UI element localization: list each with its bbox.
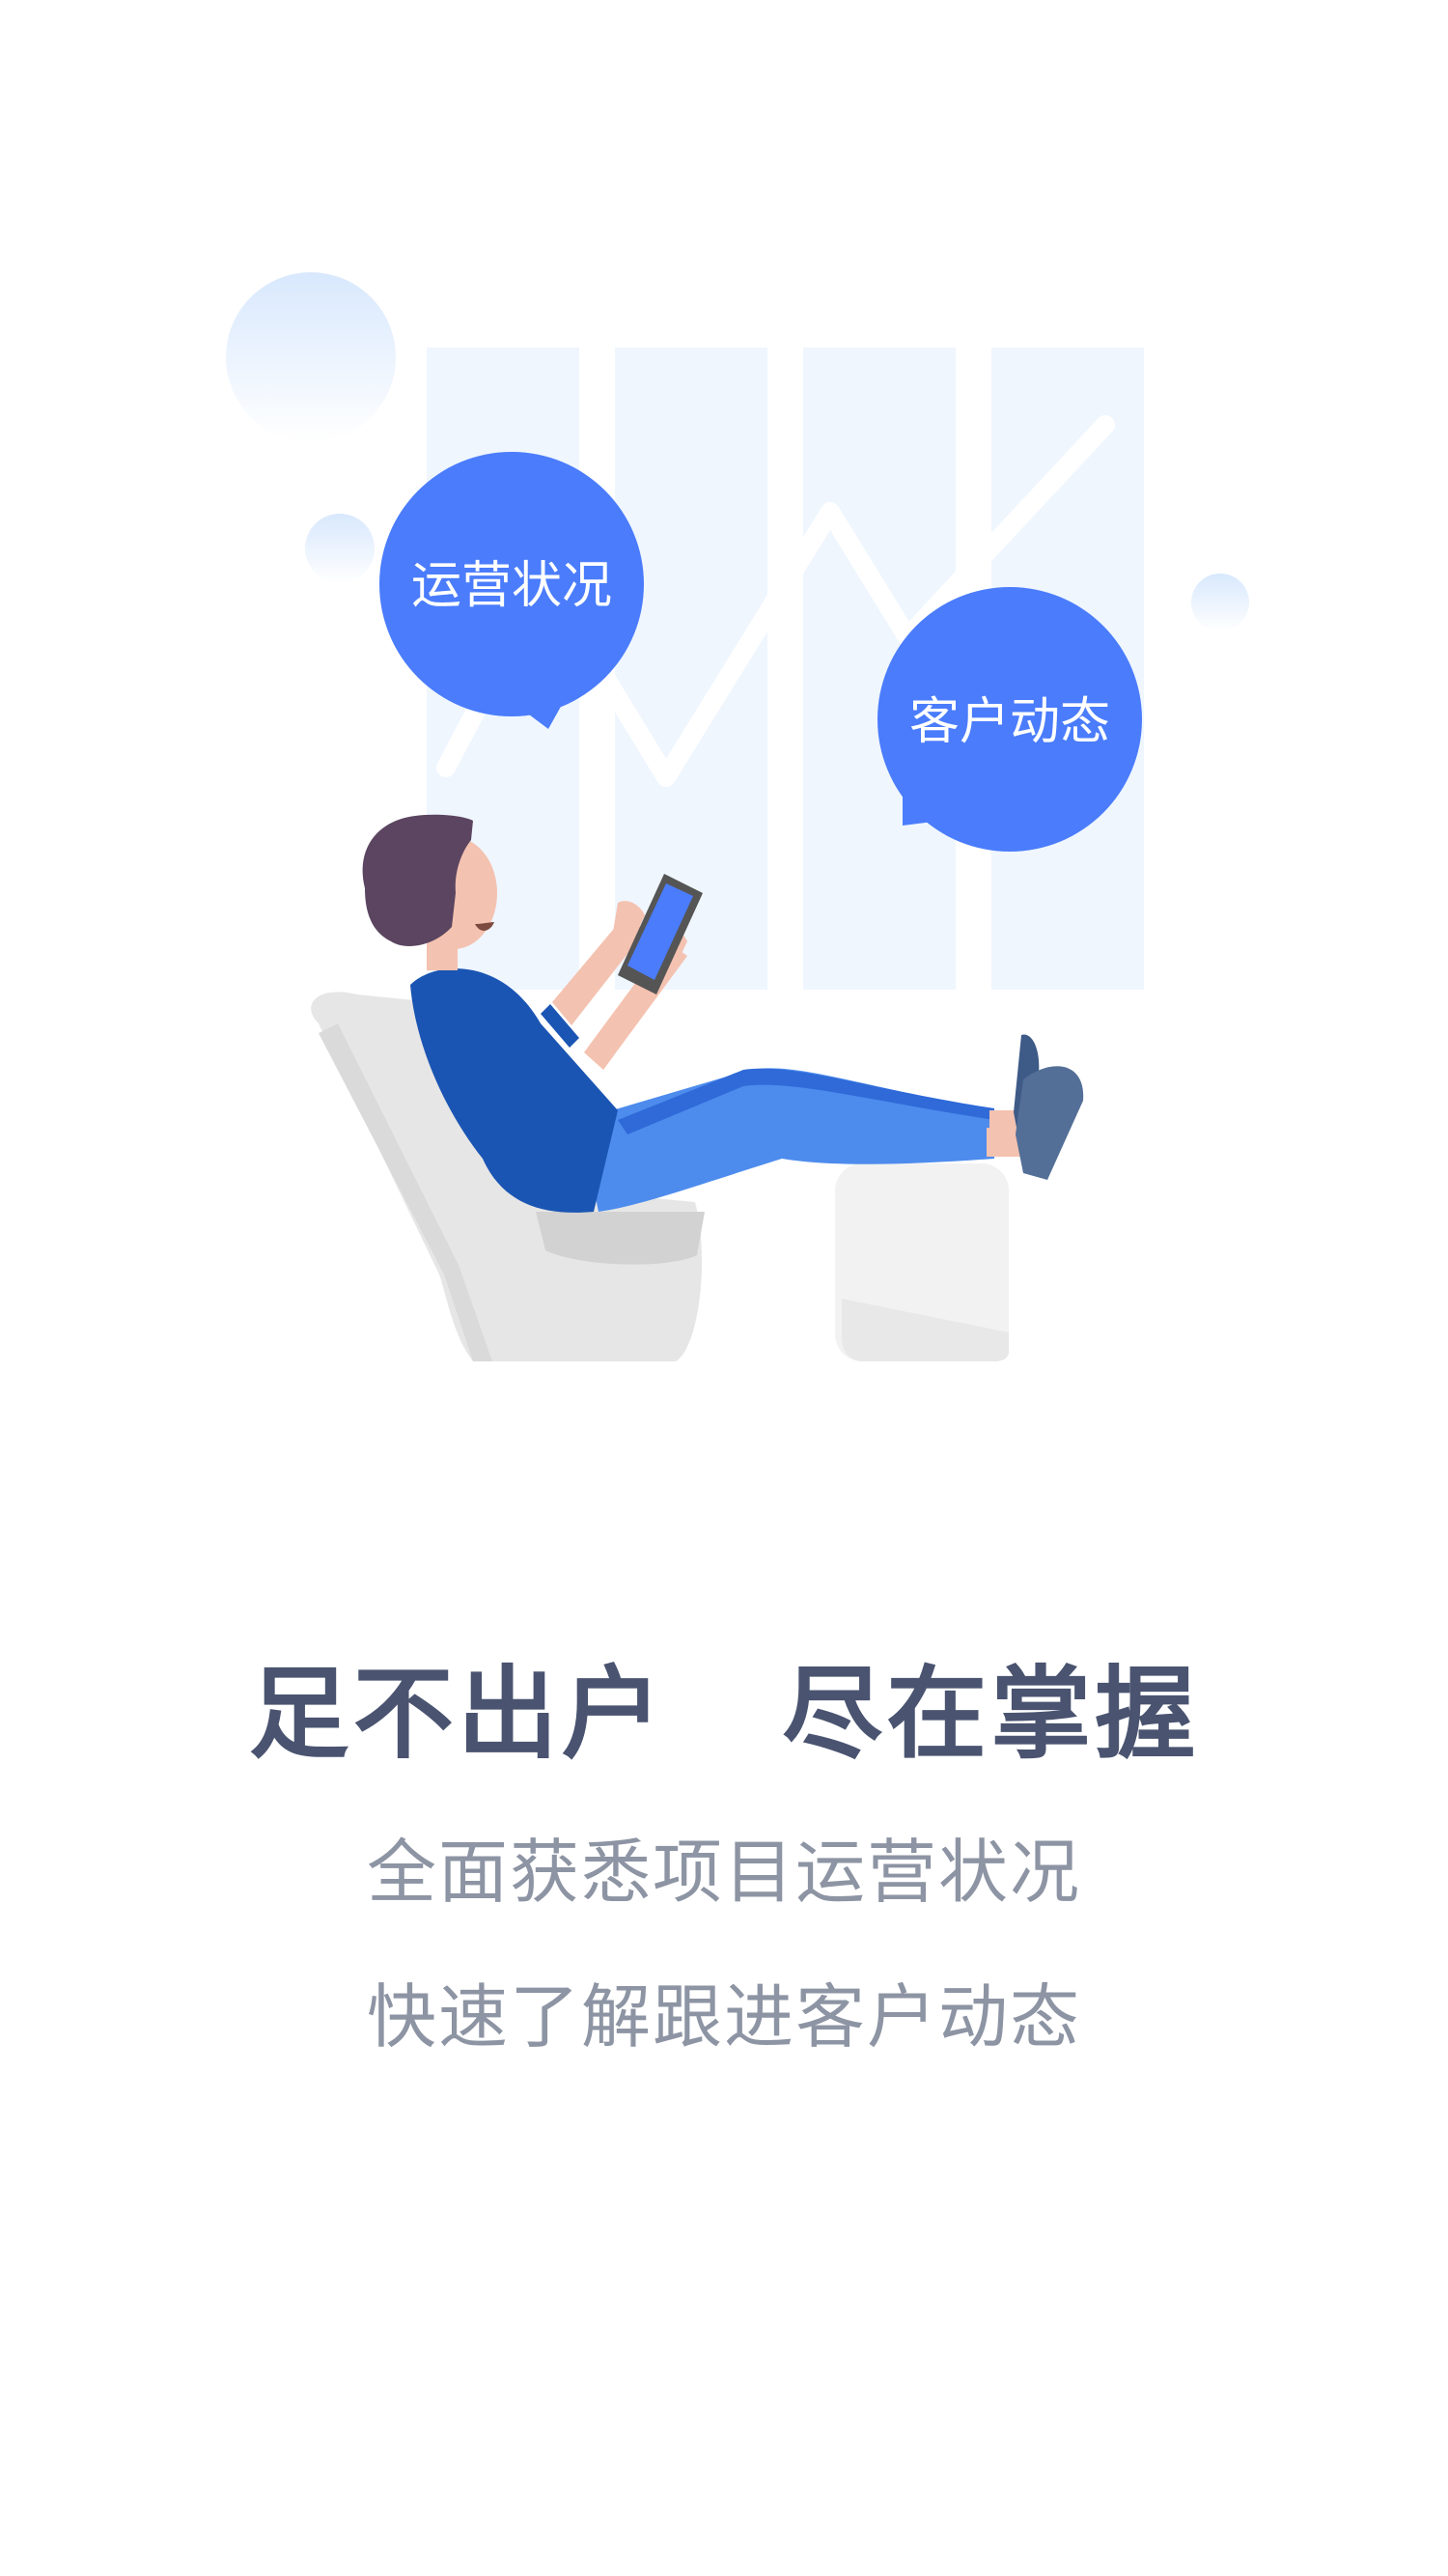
decor-circle-small [305,514,375,583]
description-line-2: 快速了解跟进客户动态 [366,1976,1081,2058]
footstool [835,1163,1009,1361]
person-feet [987,1034,1084,1180]
decor-circle-right [1191,574,1249,631]
speech-bubble-customers: 客户动态 [877,587,1142,852]
decor-circle-large [226,272,396,442]
bubble-customers-text: 客户动态 [909,693,1110,751]
onboarding-page: 运营状况 客户动态 足不出户 尽在掌握 全面获悉项目运营状况 快速了解跟进客户动… [0,0,1448,2576]
headline: 足不出户 尽在掌握 [248,1655,1200,1773]
onboarding-illustration: 运营状况 客户动态 [226,272,1249,1361]
description-line-1: 全面获悉项目运营状况 [366,1832,1081,1913]
bubble-operations-text: 运营状况 [411,557,612,615]
